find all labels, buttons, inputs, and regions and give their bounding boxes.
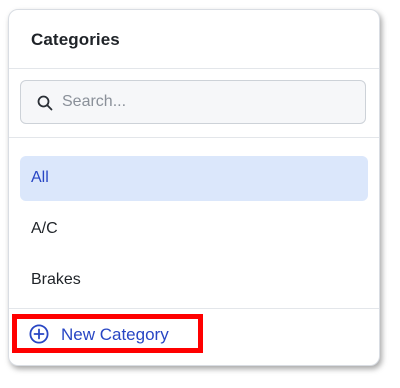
panel-title: Categories [31,30,120,49]
search-section [9,69,379,138]
list-item-label: A/C [31,220,58,237]
list-item-ac[interactable]: A/C [20,207,368,252]
new-category-button[interactable]: New Category [29,318,199,350]
list-item-brakes[interactable]: Brakes [20,258,368,303]
list-item-all[interactable]: All [20,156,368,201]
search-input[interactable] [62,90,352,114]
search-icon [37,95,53,111]
category-list: All A/C Brakes [9,138,379,309]
search-box[interactable] [20,80,366,124]
stage: Categories All A/C Brakes [0,0,400,388]
categories-panel: Categories All A/C Brakes [8,9,380,366]
list-item-label: Brakes [31,271,81,288]
panel-header: Categories [9,10,379,69]
new-category-label: New Category [61,325,169,344]
panel-footer: New Category [9,309,379,365]
list-item-label: All [31,169,49,186]
plus-circle-icon [29,324,49,344]
